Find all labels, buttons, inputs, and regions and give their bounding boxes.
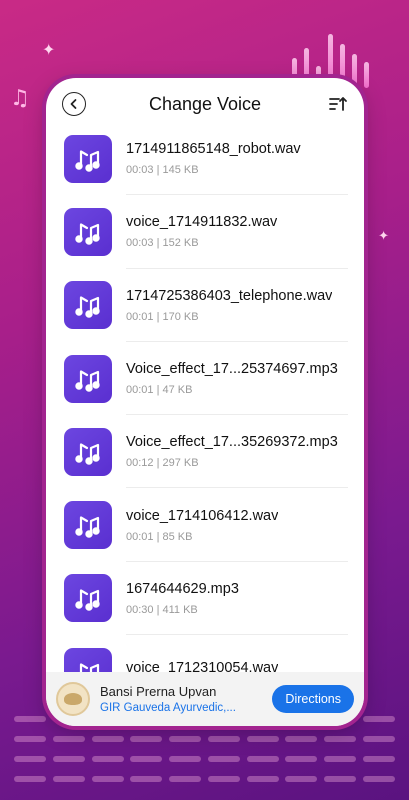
file-list: 1714911865148_robot.wav 00:03 | 145 KB v… bbox=[46, 122, 364, 709]
music-file-icon bbox=[64, 501, 112, 550]
music-file-icon bbox=[64, 354, 112, 403]
page-title: Change Voice bbox=[148, 93, 262, 114]
file-name: 1714911865148_robot.wav bbox=[126, 141, 301, 158]
file-name: 1674644629.mp3 bbox=[126, 580, 239, 597]
music-note-icon: ♫ bbox=[10, 86, 30, 111]
file-info: 00:01 | 47 KB bbox=[126, 384, 193, 397]
directions-button[interactable]: Directions bbox=[272, 685, 354, 713]
ad-banner[interactable]: Bansi Prerna Upvan GIR Gauveda Ayurvedic… bbox=[46, 672, 364, 726]
ad-title: Bansi Prerna Upvan bbox=[100, 684, 217, 699]
file-info: 00:30 | 411 KB bbox=[126, 603, 198, 616]
ad-logo bbox=[56, 682, 90, 716]
phone-frame: Change Voice 1714911865148_robot.wav 00:… bbox=[46, 78, 364, 726]
music-file-icon bbox=[64, 281, 112, 330]
back-arrow-icon[interactable] bbox=[62, 92, 86, 116]
list-item[interactable]: 1674644629.mp3 00:30 | 411 KB bbox=[46, 562, 364, 636]
file-info: 00:01 | 85 KB bbox=[126, 530, 193, 543]
file-name: voice_1714106412.wav bbox=[126, 507, 279, 524]
file-name: voice_1714911832.wav bbox=[126, 214, 278, 231]
file-info: 00:03 | 145 KB bbox=[126, 164, 199, 177]
file-info: 00:01 | 170 KB bbox=[126, 310, 199, 323]
list-item[interactable]: 1714725386403_telephone.wav 00:01 | 170 … bbox=[46, 269, 364, 343]
music-file-icon bbox=[64, 134, 112, 183]
music-file-icon bbox=[64, 207, 112, 256]
music-file-icon bbox=[64, 574, 112, 623]
music-file-icon bbox=[64, 427, 112, 476]
list-item[interactable]: Voice_effect_17...25374697.mp3 00:01 | 4… bbox=[46, 342, 364, 416]
list-item[interactable]: 1714911865148_robot.wav 00:03 | 145 KB bbox=[46, 122, 364, 196]
sort-icon[interactable] bbox=[328, 94, 348, 114]
file-info: 00:12 | 297 KB bbox=[126, 457, 199, 470]
list-item[interactable]: Voice_effect_17...35269372.mp3 00:12 | 2… bbox=[46, 415, 364, 489]
list-item[interactable]: voice_1714106412.wav 00:01 | 85 KB bbox=[46, 488, 364, 563]
sparkle-icon: ✦ bbox=[42, 42, 56, 59]
ad-subtitle[interactable]: GIR Gauveda Ayurvedic,... bbox=[100, 702, 272, 714]
sparkle-icon: ✦ bbox=[378, 228, 389, 243]
file-info: 00:03 | 152 KB bbox=[126, 237, 199, 250]
file-name: Voice_effect_17...25374697.mp3 bbox=[126, 361, 338, 378]
file-name: 1714725386403_telephone.wav bbox=[126, 287, 333, 304]
list-item[interactable]: voice_1714911832.wav 00:03 | 152 KB bbox=[46, 195, 364, 269]
file-name: Voice_effect_17...35269372.mp3 bbox=[126, 434, 338, 451]
